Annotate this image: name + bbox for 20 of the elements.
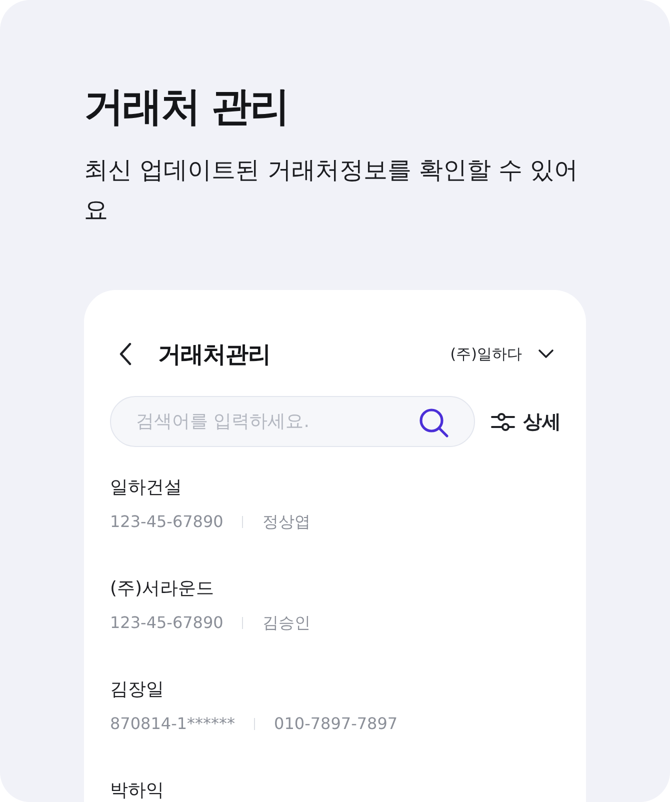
sliders-icon xyxy=(491,412,515,432)
filter-button[interactable]: 상세 xyxy=(491,408,561,434)
search-icon[interactable] xyxy=(419,408,449,438)
registration-number: 123-45-67890 xyxy=(110,511,224,533)
screen-title: 거래처관리 xyxy=(158,340,270,370)
contact-text: 010-7897-7897 xyxy=(274,713,398,735)
partner-name[interactable]: (주)서라운드 xyxy=(110,576,214,602)
contact-text: 정상엽 xyxy=(262,511,310,533)
partner-name[interactable]: 김장일 xyxy=(110,677,164,703)
caret-icon xyxy=(538,349,554,359)
company-dropdown[interactable]: (주)일하다 xyxy=(450,344,554,364)
back-icon[interactable] xyxy=(118,342,132,366)
registration-number: 870814-1****** xyxy=(110,713,236,735)
page-subtitle: 최신 업데이트된 거래처정보를 확인할 수 있어요 xyxy=(84,155,580,226)
page-title: 거래처 관리 xyxy=(84,83,288,132)
contact-text: 김승인 xyxy=(262,612,310,634)
registration-number: 123-45-67890 xyxy=(110,612,224,634)
partner-name[interactable]: 박하익 xyxy=(110,778,164,802)
search-field[interactable]: 검색어를 입력하세요. xyxy=(110,396,475,447)
partner-name[interactable]: 일하건설 xyxy=(110,475,182,501)
